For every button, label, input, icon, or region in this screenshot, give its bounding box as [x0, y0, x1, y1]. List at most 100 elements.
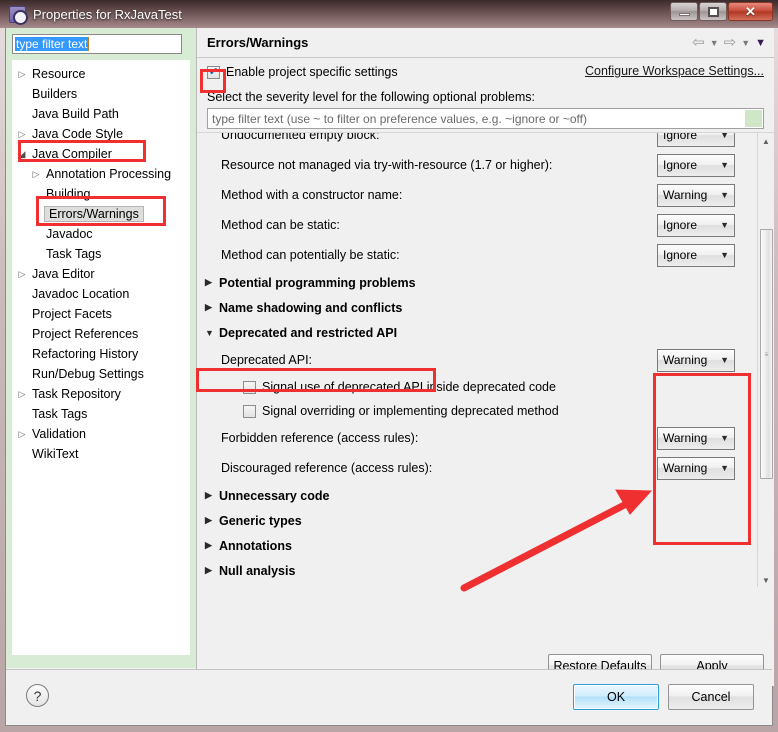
checkbox-signal-overriding-or-implementing-deprecated-method[interactable] [243, 404, 256, 418]
sidebar-item-task-tags[interactable]: Task Tags [12, 404, 190, 424]
option-label: Method with a constructor name: [221, 188, 403, 202]
scroll-up-icon[interactable]: ▲ [758, 133, 774, 149]
chevron-down-icon: ▼ [720, 190, 729, 200]
tree-collapsed-arrow-icon[interactable]: ▷ [14, 69, 30, 80]
chevron-down-icon: ▼ [720, 220, 729, 230]
sidebar-item-label: Java Editor [32, 267, 95, 281]
severity-select-undocumented-empty-block[interactable]: Ignore ▼ [657, 133, 735, 147]
back-history-caret-icon[interactable]: ▼ [710, 38, 719, 48]
page-menu-caret-icon[interactable]: ▼ [755, 37, 766, 49]
triangle-right-icon[interactable]: ▶ [205, 277, 219, 288]
sidebar-item-javadoc-location[interactable]: Javadoc Location [12, 284, 190, 304]
sidebar-item-builders[interactable]: Builders [12, 84, 190, 104]
severity-select-method-can-be-static[interactable]: Ignore ▼ [657, 213, 735, 237]
sidebar-item-run-debug-settings[interactable]: Run/Debug Settings [12, 364, 190, 384]
option-label: Undocumented empty block: [221, 132, 380, 142]
section-header-unnecessary-code[interactable]: ▶ Unnecessary code [197, 483, 753, 508]
sidebar-item-java-code-style[interactable]: ▷ Java Code Style [12, 124, 190, 144]
triangle-down-icon[interactable]: ▼ [205, 328, 219, 338]
help-icon[interactable]: ? [26, 684, 49, 707]
forward-icon[interactable]: ⇨ [724, 35, 737, 50]
sidebar-item-label: Run/Debug Settings [32, 367, 144, 381]
sidebar-item-label: Task Repository [32, 387, 121, 401]
sidebar-item-wikitext[interactable]: WikiText [12, 444, 190, 464]
tree-collapsed-arrow-icon[interactable]: ▷ [14, 389, 30, 400]
sidebar-item-resource[interactable]: ▷ Resource [12, 64, 190, 84]
sidebar-item-label: Resource [32, 67, 86, 81]
forward-history-caret-icon[interactable]: ▼ [741, 38, 750, 48]
tree-collapsed-arrow-icon[interactable]: ▷ [14, 129, 30, 140]
section-header-deprecated-and-restricted-api[interactable]: ▼ Deprecated and restricted API [197, 320, 753, 345]
sidebar-item-project-references[interactable]: Project References [12, 324, 190, 344]
maximize-icon [707, 6, 719, 17]
severity-select-method-can-potentially-be-static[interactable]: Ignore ▼ [657, 243, 735, 267]
close-button[interactable]: ✕ [728, 2, 773, 21]
sidebar-item-label: Java Compiler [32, 147, 112, 161]
severity-value: Ignore [663, 218, 698, 232]
section-title: Unnecessary code [219, 488, 330, 503]
settings-tree[interactable]: ▷ Resource Builders Java Build Path ▷ Java Co… [12, 60, 190, 655]
back-icon[interactable]: ⇦ [692, 35, 705, 50]
minimize-button[interactable] [670, 2, 698, 21]
options-list: Undocumented empty block: Ignore ▼ Resource… [197, 132, 753, 583]
section-title: Generic types [219, 513, 302, 528]
option-row-undocumented-empty-block: Undocumented empty block: Ignore ▼ [197, 132, 753, 150]
tree-expanded-arrow-icon[interactable]: ◢ [14, 149, 30, 160]
sidebar-item-project-facets[interactable]: Project Facets [12, 304, 190, 324]
properties-gear-icon [9, 5, 28, 25]
triangle-right-icon[interactable]: ▶ [205, 540, 219, 551]
ok-button[interactable]: OK [573, 684, 659, 710]
section-header-potential-programming-problems[interactable]: ▶ Potential programming problems [197, 270, 753, 295]
tree-collapsed-arrow-icon[interactable]: ▷ [28, 169, 44, 180]
enable-project-specific-settings-checkbox[interactable]: ✔ [207, 65, 220, 79]
option-row-method-can-potentially-be-static: Method can potentially be static: Ignore ▼ [197, 240, 753, 270]
triangle-right-icon[interactable]: ▶ [205, 302, 219, 313]
sidebar-item-label: Building [46, 187, 91, 201]
sidebar-item-javadoc[interactable]: Javadoc [12, 224, 190, 244]
severity-select-forbidden-reference-access-rules[interactable]: Warning ▼ [657, 426, 735, 450]
window-title: Properties for RxJavaTest [33, 6, 182, 22]
sidebar-item-refactoring-history[interactable]: Refactoring History [12, 344, 190, 364]
tree-collapsed-arrow-icon[interactable]: ▷ [14, 269, 30, 280]
section-header-generic-types[interactable]: ▶ Generic types [197, 508, 753, 533]
sidebar-item-annotation-processing[interactable]: ▷ Annotation Processing [12, 164, 190, 184]
sidebar-item-task-tags[interactable]: Task Tags [12, 244, 190, 264]
sidebar-item-java-editor[interactable]: ▷ Java Editor [12, 264, 190, 284]
configure-workspace-settings-link[interactable]: Configure Workspace Settings... [585, 64, 764, 78]
section-header-null-analysis[interactable]: ▶ Null analysis [197, 558, 753, 583]
severity-select-discouraged-reference-access-rules[interactable]: Warning ▼ [657, 456, 735, 480]
severity-select-resource-not-managed-via-try-with-resource-1-7-or-higher[interactable]: Ignore ▼ [657, 153, 735, 177]
section-header-annotations[interactable]: ▶ Annotations [197, 533, 753, 558]
sidebar-item-label: Annotation Processing [46, 167, 172, 181]
triangle-right-icon[interactable]: ▶ [205, 490, 219, 501]
sidebar-item-validation[interactable]: ▷ Validation [12, 424, 190, 444]
checkbox-row-signal-overriding-or-implementing-deprecated-method[interactable]: Signal overriding or implementing deprec… [197, 399, 753, 423]
severity-select-method-with-a-constructor-name[interactable]: Warning ▼ [657, 183, 735, 207]
cancel-button[interactable]: Cancel [668, 684, 754, 710]
checkbox-signal-use-of-deprecated-api-inside-deprecated-code[interactable] [243, 380, 256, 394]
checkbox-row-signal-use-of-deprecated-api-inside-deprecated-code[interactable]: Signal use of deprecated API inside depr… [197, 375, 753, 399]
sidebar-item-errors-warnings[interactable]: Errors/Warnings [12, 204, 190, 224]
maximize-button[interactable] [699, 2, 727, 21]
sidebar-item-label: Javadoc Location [32, 287, 130, 301]
problem-filter-input[interactable]: type filter text (use ~ to filter on pre… [207, 108, 764, 129]
options-vertical-scrollbar[interactable]: ▲ ≡ ▼ [757, 133, 774, 587]
sidebar-item-building[interactable]: Building [12, 184, 190, 204]
vertical-scroll-thumb[interactable]: ≡ [760, 229, 773, 479]
tree-filter-input[interactable]: type filter text [12, 34, 182, 54]
page-title: Errors/Warnings [207, 35, 309, 50]
sidebar-item-java-compiler[interactable]: ◢ Java Compiler [12, 144, 190, 164]
severity-select-deprecated-api[interactable]: Warning ▼ [657, 348, 735, 372]
sidebar-item-label: Java Build Path [32, 107, 119, 121]
triangle-right-icon[interactable]: ▶ [205, 565, 219, 576]
tree-collapsed-arrow-icon[interactable]: ▷ [14, 429, 30, 440]
section-header-name-shadowing-and-conflicts[interactable]: ▶ Name shadowing and conflicts [197, 295, 753, 320]
sidebar-item-java-build-path[interactable]: Java Build Path [12, 104, 190, 124]
option-label: Method can be static: [221, 218, 340, 232]
option-row-resource-not-managed-via-try-with-resource-1-7-or-higher: Resource not managed via try-with-resour… [197, 150, 753, 180]
triangle-right-icon[interactable]: ▶ [205, 515, 219, 526]
severity-value: Ignore [663, 248, 698, 262]
scroll-down-icon[interactable]: ▼ [758, 572, 774, 587]
sidebar-item-task-repository[interactable]: ▷ Task Repository [12, 384, 190, 404]
section-title: Annotations [219, 538, 292, 553]
